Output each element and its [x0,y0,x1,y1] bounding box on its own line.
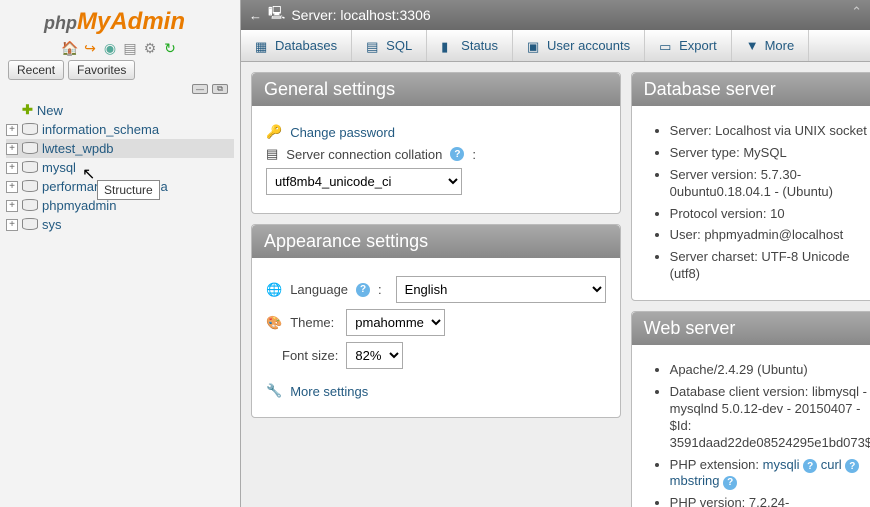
tree-db[interactable]: +sys [6,215,234,234]
tab-more[interactable]: ▼More [732,30,810,61]
language-select[interactable]: English [396,276,606,303]
expand-icon[interactable]: + [6,200,18,212]
info-item: PHP extension: mysqli ? curl ? mbstring … [670,457,870,491]
web-server-panel: Web server Apache/2.4.29 (Ubuntu) Databa… [631,311,870,507]
info-item: Server type: MySQL [670,145,870,162]
database-icon [22,142,38,156]
help-icon[interactable]: ? [450,147,464,161]
key-icon: 🔑 [266,124,282,140]
tab-databases[interactable]: ▦Databases [241,30,352,61]
theme-select[interactable]: pmahomme [346,309,445,336]
wrench-icon: 🔧 [266,383,282,399]
collapse-icon[interactable]: — [192,84,208,94]
database-icon [22,123,38,137]
more-settings-link[interactable]: More settings [290,384,368,399]
fontsize-label: Font size: [282,348,338,363]
sql-icon: ▤ [366,39,380,53]
triangle-down-icon: ▼ [746,38,759,53]
status-icon: ▮ [441,39,455,53]
panel-title: Web server [632,312,870,345]
leftarrow-icon[interactable]: ← [249,8,262,23]
info-item: User: phpmyadmin@localhost [670,227,870,244]
info-item: Server: Localhost via UNIX socket [670,123,870,140]
export-icon: ▭ [659,39,673,53]
logout-icon[interactable]: ↪ [82,40,98,56]
tab-users[interactable]: ▣User accounts [513,30,645,61]
database-tree: ✚New +information_schema +lwtest_wpdb +m… [6,100,234,234]
info-item: Apache/2.4.29 (Ubuntu) [670,362,870,379]
database-icon [22,199,38,213]
sql-icon[interactable]: ▤ [122,40,138,56]
change-password-link[interactable]: Change password [290,125,395,140]
server-label[interactable]: Server: localhost:3306 [291,7,430,23]
expand-icon[interactable]: + [6,143,18,155]
tree-db[interactable]: +lwtest_wpdb [6,139,234,158]
ext-link[interactable]: mysqli [763,457,800,472]
server-icon: 🖳 [268,4,285,26]
link-icon[interactable]: ⧉ [212,84,228,94]
tree-db[interactable]: +mysql [6,158,234,177]
databases-icon: ▦ [255,39,269,53]
server-breadcrumb: ← 🖳 Server: localhost:3306 ⌃ [241,0,870,30]
home-icon[interactable]: 🏠 [62,40,78,56]
reload-icon[interactable]: ↻ [162,40,178,56]
collapse-top-icon[interactable]: ⌃ [851,4,862,20]
tree-new[interactable]: ✚New [6,100,234,120]
ext-link[interactable]: mbstring [670,473,720,488]
theme-label: Theme: [290,315,334,330]
tab-sql[interactable]: ▤SQL [352,30,427,61]
collation-select[interactable]: utf8mb4_unicode_ci [266,168,462,195]
help-icon[interactable]: ? [845,459,859,473]
tab-export[interactable]: ▭Export [645,30,732,61]
info-item: Server charset: UTF-8 Unicode (utf8) [670,249,870,283]
expand-icon[interactable]: + [6,124,18,136]
settings-icon[interactable]: ⚙ [142,40,158,56]
info-item: PHP version: 7.2.24- [670,495,870,507]
users-icon: ▣ [527,39,541,53]
sidebar-icon-row: 🏠 ↪ ◉ ▤ ⚙ ↻ [6,40,234,56]
main-tabs: ▦Databases ▤SQL ▮Status ▣User accounts ▭… [241,30,870,62]
help-icon[interactable]: ? [723,476,737,490]
info-item: Server version: 5.7.30-0ubuntu0.18.04.1 … [670,167,870,201]
tab-status[interactable]: ▮Status [427,30,513,61]
info-item: Protocol version: 10 [670,206,870,223]
ext-link[interactable]: curl [821,457,842,472]
help-icon[interactable]: ? [356,283,370,297]
database-icon [22,161,38,175]
panel-title: Database server [632,73,870,106]
general-settings-panel: General settings 🔑 Change password ▤ Serve… [251,72,621,214]
favorites-button[interactable]: Favorites [68,60,135,80]
tree-db[interactable]: +information_schema [6,120,234,139]
structure-tooltip: Structure [97,180,160,200]
database-server-panel: Database server Server: Localhost via UN… [631,72,870,301]
expand-icon[interactable]: + [6,181,18,193]
appearance-settings-panel: Appearance settings 🌐Language ?: English… [251,224,621,418]
phpmyadmin-logo[interactable]: phpMyAdmin [44,8,234,36]
panel-title: Appearance settings [252,225,620,258]
expand-icon[interactable]: + [6,162,18,174]
language-label: Language [290,282,348,297]
new-icon: ✚ [22,102,33,118]
language-icon: 🌐 [266,282,282,298]
collation-icon: ▤ [266,146,278,162]
theme-icon: 🎨 [266,315,282,331]
help-icon[interactable]: ? [803,459,817,473]
recent-button[interactable]: Recent [8,60,64,80]
expand-icon[interactable]: + [6,219,18,231]
info-item: Database client version: libmysql - mysq… [670,384,870,452]
database-icon [22,180,38,194]
panel-title: General settings [252,73,620,106]
database-icon [22,218,38,232]
collation-label: Server connection collation [286,147,442,162]
docs-icon[interactable]: ◉ [102,40,118,56]
fontsize-select[interactable]: 82% [346,342,403,369]
